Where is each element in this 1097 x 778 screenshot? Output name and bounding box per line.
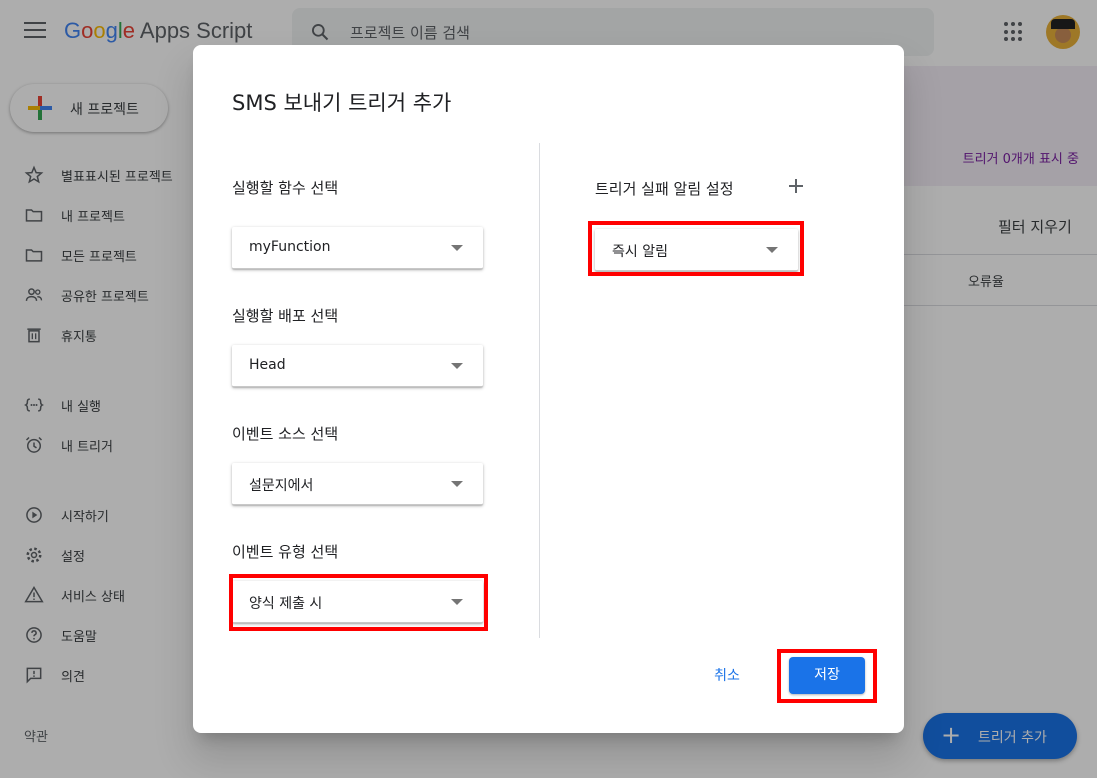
event-type-select-label: 이벤트 유형 선택 xyxy=(232,543,339,561)
dropdown-arrow-icon xyxy=(451,363,463,369)
select-value: myFunction xyxy=(249,239,331,255)
deployment-select[interactable]: Head xyxy=(232,345,483,387)
function-select[interactable]: myFunction xyxy=(232,227,483,269)
function-select-label: 실행할 함수 선택 xyxy=(232,179,339,197)
column-divider xyxy=(539,143,540,638)
event-source-select-label: 이벤트 소스 선택 xyxy=(232,425,339,443)
add-trigger-dialog: SMS 보내기 트리거 추가 실행할 함수 선택 myFunction 실행할 … xyxy=(193,45,904,733)
add-icon[interactable] xyxy=(787,177,805,195)
deployment-select-label: 실행할 배포 선택 xyxy=(232,307,339,325)
highlight-box-event-type xyxy=(229,574,488,631)
event-source-select[interactable]: 설문지에서 xyxy=(232,463,483,505)
dropdown-arrow-icon xyxy=(451,481,463,487)
failure-notification-label: 트리거 실패 알림 설정 xyxy=(595,180,734,198)
dropdown-arrow-icon xyxy=(451,245,463,251)
select-value: 설문지에서 xyxy=(249,478,314,494)
select-value: Head xyxy=(249,357,286,373)
cancel-button[interactable]: 취소 xyxy=(701,664,753,688)
highlight-box-notification xyxy=(588,221,804,276)
dialog-title: SMS 보내기 트리거 추가 xyxy=(232,91,452,115)
highlight-box-save xyxy=(777,649,877,703)
